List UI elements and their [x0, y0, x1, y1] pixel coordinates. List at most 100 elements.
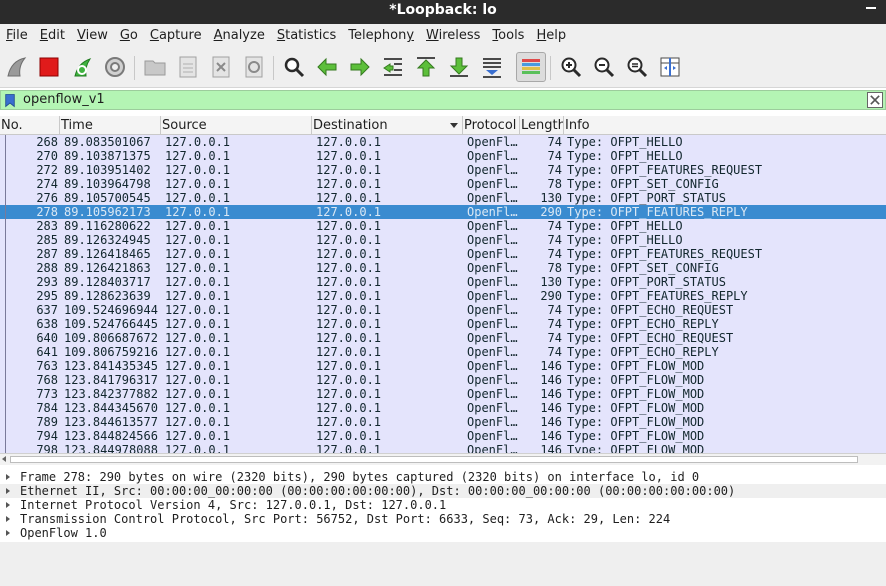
packet-list-horizontal-scrollbar[interactable] — [0, 453, 886, 465]
packet-row[interactable]: 789 123.844613577 127.0.0.1 127.0.0.1 OpenFl… — [0, 415, 886, 429]
packet-list[interactable]: 268 89.083501067 127.0.0.1 127.0.0.1 OpenFl…… — [0, 135, 886, 453]
menu-item[interactable]: File — [0, 24, 34, 48]
clear-filter-icon[interactable] — [867, 92, 883, 108]
cell-length: 146 — [540, 359, 562, 373]
expand-arrow-icon[interactable] — [6, 516, 10, 522]
details-tree-item[interactable]: OpenFlow 1.0 — [0, 526, 886, 540]
packet-details-tree[interactable]: Frame 278: 290 bytes on wire (2320 bits)… — [0, 470, 886, 542]
menu-item[interactable]: Edit — [34, 24, 71, 48]
search-icon[interactable] — [279, 52, 309, 82]
scroll-left-icon[interactable] — [2, 456, 6, 462]
details-tree-label: OpenFlow 1.0 — [20, 526, 107, 540]
expand-arrow-icon[interactable] — [6, 502, 10, 508]
details-tree-item[interactable]: Internet Protocol Version 4, Src: 127.0.… — [0, 498, 886, 512]
cell-length: 130 — [540, 191, 562, 205]
packet-row[interactable]: 288 89.126421863 127.0.0.1 127.0.0.1 OpenFl…… — [0, 261, 886, 275]
gear-icon[interactable] — [100, 52, 130, 82]
arrow-left-icon[interactable] — [312, 52, 342, 82]
packet-row[interactable]: 270 89.103871375 127.0.0.1 127.0.0.1 OpenFl…… — [0, 149, 886, 163]
cell-protocol: OpenFl… — [467, 345, 518, 359]
restart-icon[interactable] — [67, 52, 97, 82]
menu-item[interactable]: Analyze — [208, 24, 271, 48]
close-file-icon[interactable] — [206, 52, 236, 82]
cell-destination: 127.0.0.1 — [316, 289, 382, 303]
packet-row[interactable]: 276 89.105700545 127.0.0.1 127.0.0.1 OpenFl…… — [0, 191, 886, 205]
arrow-down-icon[interactable] — [444, 52, 474, 82]
menu-item-label-part: ile — [12, 28, 28, 43]
details-tree-item[interactable]: Transmission Control Protocol, Src Port:… — [0, 512, 886, 526]
open-folder-icon[interactable] — [140, 52, 170, 82]
column-header-length[interactable]: Length — [520, 116, 564, 135]
column-header-source[interactable]: Source — [161, 116, 312, 135]
expand-arrow-icon[interactable] — [6, 530, 10, 536]
cell-info: Type: OFPT_FLOW_MOD — [567, 373, 705, 387]
zoom-out-icon[interactable] — [589, 52, 619, 82]
zoom-in-icon[interactable] — [556, 52, 586, 82]
packet-row[interactable]: 637 109.524696944 127.0.0.1 127.0.0.1 OpenFl… — [0, 303, 886, 317]
cell-no: 638 — [36, 317, 58, 331]
colorize-icon[interactable] — [516, 52, 546, 82]
zoom-normal-icon[interactable] — [622, 52, 652, 82]
packet-row[interactable]: 768 123.841796317 127.0.0.1 127.0.0.1 OpenFl… — [0, 373, 886, 387]
cell-no: 773 — [36, 387, 58, 401]
packet-row[interactable]: 763 123.841435345 127.0.0.1 127.0.0.1 OpenFl… — [0, 359, 886, 373]
packet-row[interactable]: 641 109.806759216 127.0.0.1 127.0.0.1 OpenFl… — [0, 345, 886, 359]
arrow-right-icon[interactable] — [345, 52, 375, 82]
packet-row[interactable]: 272 89.103951402 127.0.0.1 127.0.0.1 OpenFl…… — [0, 163, 886, 177]
cell-no: 784 — [36, 401, 58, 415]
cell-time: 89.083501067 — [64, 135, 151, 149]
column-header-destination[interactable]: Destination — [312, 116, 463, 135]
menu-item[interactable]: Telephony — [342, 24, 420, 48]
cell-source: 127.0.0.1 — [165, 191, 231, 205]
cell-time: 123.844978088 — [64, 443, 158, 453]
autoscroll-icon[interactable] — [477, 52, 507, 82]
menu-item-label-part: iew — [85, 28, 108, 43]
cell-info: Type: OFPT_ECHO_REPLY — [567, 345, 719, 359]
packet-row[interactable]: 640 109.806687672 127.0.0.1 127.0.0.1 OpenFl… — [0, 331, 886, 345]
stop-icon[interactable] — [34, 52, 64, 82]
menu-item[interactable]: Capture — [144, 24, 208, 48]
resize-columns-icon[interactable] — [655, 52, 685, 82]
packet-row[interactable]: 638 109.524766445 127.0.0.1 127.0.0.1 OpenFl… — [0, 317, 886, 331]
packet-row[interactable]: 784 123.844345670 127.0.0.1 127.0.0.1 OpenFl… — [0, 401, 886, 415]
bookmark-icon[interactable] — [3, 92, 17, 108]
packet-row[interactable]: 287 89.126418465 127.0.0.1 127.0.0.1 OpenFl…… — [0, 247, 886, 261]
menu-item-label-part: ireless — [438, 28, 481, 43]
details-tree-item[interactable]: Ethernet II, Src: 00:00:00_00:00:00 (00:… — [0, 484, 886, 498]
details-tree-item[interactable]: Frame 278: 290 bytes on wire (2320 bits)… — [0, 470, 886, 484]
expand-arrow-icon[interactable] — [6, 474, 10, 480]
expand-arrow-icon[interactable] — [6, 488, 10, 494]
goto-packet-icon[interactable] — [378, 52, 408, 82]
menu-item[interactable]: Statistics — [271, 24, 342, 48]
column-header-time[interactable]: Time — [60, 116, 161, 135]
packet-row[interactable]: 295 89.128623639 127.0.0.1 127.0.0.1 OpenFl…… — [0, 289, 886, 303]
display-filter-input[interactable] — [21, 91, 861, 109]
menu-item[interactable]: Wireless — [420, 24, 486, 48]
packet-row[interactable]: 798 123.844978088 127.0.0.1 127.0.0.1 OpenFl… — [0, 443, 886, 453]
sort-descending-icon — [450, 123, 458, 128]
packet-row[interactable]: 794 123.844824566 127.0.0.1 127.0.0.1 OpenFl… — [0, 429, 886, 443]
reload-file-icon[interactable] — [239, 52, 269, 82]
packet-row[interactable]: 285 89.126324945 127.0.0.1 127.0.0.1 OpenFl…… — [0, 233, 886, 247]
cell-time: 123.841435345 — [64, 359, 158, 373]
menu-item[interactable]: Go — [114, 24, 144, 48]
column-header-protocol[interactable]: Protocol — [463, 116, 520, 135]
menu-item[interactable]: View — [71, 24, 114, 48]
packet-row[interactable]: 274 89.103964798 127.0.0.1 127.0.0.1 OpenFl…… — [0, 177, 886, 191]
cell-no: 278 — [36, 205, 58, 219]
arrow-up-icon[interactable] — [411, 52, 441, 82]
shark-fin-icon[interactable] — [1, 52, 31, 82]
cell-destination: 127.0.0.1 — [316, 219, 382, 233]
packet-row[interactable]: 283 89.116280622 127.0.0.1 127.0.0.1 OpenFl…… — [0, 219, 886, 233]
minimize-icon[interactable] — [866, 7, 876, 9]
packet-row[interactable]: 293 89.128403717 127.0.0.1 127.0.0.1 OpenFl…… — [0, 275, 886, 289]
packet-row[interactable]: 773 123.842377882 127.0.0.1 127.0.0.1 OpenFl… — [0, 387, 886, 401]
column-header-info[interactable]: Info — [564, 116, 886, 135]
save-file-icon[interactable] — [173, 52, 203, 82]
scrollbar-thumb[interactable] — [10, 456, 858, 463]
menu-item[interactable]: Tools — [486, 24, 530, 48]
column-header-no[interactable]: No. — [0, 116, 60, 135]
packet-row[interactable]: 278 89.105962173 127.0.0.1 127.0.0.1 OpenFl…… — [0, 205, 886, 219]
menu-item[interactable]: Help — [530, 24, 572, 48]
packet-row[interactable]: 268 89.083501067 127.0.0.1 127.0.0.1 OpenFl…… — [0, 135, 886, 149]
